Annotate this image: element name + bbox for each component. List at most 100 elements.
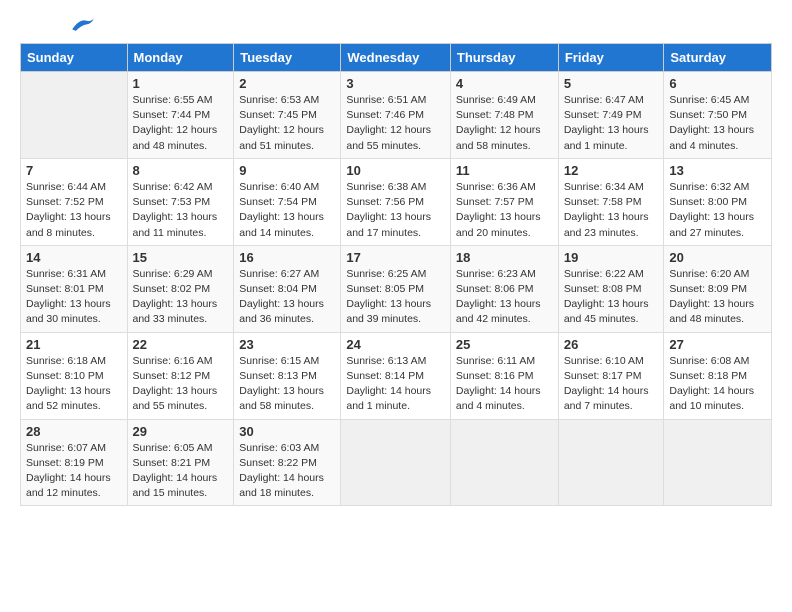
day-number: 9 [239,163,335,178]
calendar-cell: 8 Sunrise: 6:42 AM Sunset: 7:53 PM Daylig… [127,158,234,245]
day-number: 3 [346,76,445,91]
day-number: 2 [239,76,335,91]
calendar-cell: 6 Sunrise: 6:45 AM Sunset: 7:50 PM Daylig… [664,72,772,159]
day-info: Sunrise: 6:40 AM Sunset: 7:54 PM Dayligh… [239,180,335,241]
day-number: 1 [133,76,229,91]
calendar-cell: 20 Sunrise: 6:20 AM Sunset: 8:09 PM Dayli… [664,245,772,332]
calendar-cell: 23 Sunrise: 6:15 AM Sunset: 8:13 PM Dayli… [234,332,341,419]
day-number: 12 [564,163,659,178]
day-number: 7 [26,163,122,178]
day-info: Sunrise: 6:31 AM Sunset: 8:01 PM Dayligh… [26,267,122,328]
day-info: Sunrise: 6:22 AM Sunset: 8:08 PM Dayligh… [564,267,659,328]
day-number: 19 [564,250,659,265]
calendar-cell [664,419,772,506]
calendar-cell: 9 Sunrise: 6:40 AM Sunset: 7:54 PM Daylig… [234,158,341,245]
day-info: Sunrise: 6:47 AM Sunset: 7:49 PM Dayligh… [564,93,659,154]
day-info: Sunrise: 6:38 AM Sunset: 7:56 PM Dayligh… [346,180,445,241]
day-info: Sunrise: 6:55 AM Sunset: 7:44 PM Dayligh… [133,93,229,154]
day-number: 4 [456,76,553,91]
calendar-cell: 14Sunrise: 6:31 AM Sunset: 8:01 PM Dayli… [21,245,128,332]
day-number: 29 [133,424,229,439]
day-number: 16 [239,250,335,265]
weekday-header-monday: Monday [127,44,234,72]
calendar-cell [341,419,451,506]
day-number: 17 [346,250,445,265]
day-number: 10 [346,163,445,178]
day-info: Sunrise: 6:53 AM Sunset: 7:45 PM Dayligh… [239,93,335,154]
calendar-cell: 17Sunrise: 6:25 AM Sunset: 8:05 PM Dayli… [341,245,451,332]
calendar-cell: 13 Sunrise: 6:32 AM Sunset: 8:00 PM Dayli… [664,158,772,245]
calendar-cell: 19 Sunrise: 6:22 AM Sunset: 8:08 PM Dayli… [558,245,664,332]
calendar-week-row: 14Sunrise: 6:31 AM Sunset: 8:01 PM Dayli… [21,245,772,332]
day-info: Sunrise: 6:42 AM Sunset: 7:53 PM Dayligh… [133,180,229,241]
day-info: Sunrise: 6:20 AM Sunset: 8:09 PM Dayligh… [669,267,766,328]
day-number: 15 [133,250,229,265]
day-info: Sunrise: 6:32 AM Sunset: 8:00 PM Dayligh… [669,180,766,241]
calendar-cell: 16 Sunrise: 6:27 AM Sunset: 8:04 PM Dayli… [234,245,341,332]
day-number: 11 [456,163,553,178]
day-info: Sunrise: 6:36 AM Sunset: 7:57 PM Dayligh… [456,180,553,241]
day-info: Sunrise: 6:34 AM Sunset: 7:58 PM Dayligh… [564,180,659,241]
day-number: 23 [239,337,335,352]
day-number: 28 [26,424,122,439]
page-header [20,20,772,33]
day-info: Sunrise: 6:13 AM Sunset: 8:14 PM Dayligh… [346,354,445,415]
day-info: Sunrise: 6:27 AM Sunset: 8:04 PM Dayligh… [239,267,335,328]
day-info: Sunrise: 6:10 AM Sunset: 8:17 PM Dayligh… [564,354,659,415]
calendar-cell: 5 Sunrise: 6:47 AM Sunset: 7:49 PM Daylig… [558,72,664,159]
calendar-week-row: 1 Sunrise: 6:55 AM Sunset: 7:44 PM Daylig… [21,72,772,159]
calendar-cell [450,419,558,506]
day-info: Sunrise: 6:29 AM Sunset: 8:02 PM Dayligh… [133,267,229,328]
day-number: 24 [346,337,445,352]
day-number: 30 [239,424,335,439]
day-number: 8 [133,163,229,178]
calendar-cell: 24 Sunrise: 6:13 AM Sunset: 8:14 PM Dayli… [341,332,451,419]
weekday-header-friday: Friday [558,44,664,72]
day-number: 20 [669,250,766,265]
calendar-cell: 7 Sunrise: 6:44 AM Sunset: 7:52 PM Daylig… [21,158,128,245]
weekday-header-sunday: Sunday [21,44,128,72]
day-number: 22 [133,337,229,352]
day-number: 25 [456,337,553,352]
day-info: Sunrise: 6:18 AM Sunset: 8:10 PM Dayligh… [26,354,122,415]
day-number: 6 [669,76,766,91]
calendar-cell: 12 Sunrise: 6:34 AM Sunset: 7:58 PM Dayli… [558,158,664,245]
calendar-cell: 29 Sunrise: 6:05 AM Sunset: 8:21 PM Dayli… [127,419,234,506]
day-info: Sunrise: 6:05 AM Sunset: 8:21 PM Dayligh… [133,441,229,502]
day-number: 5 [564,76,659,91]
day-number: 21 [26,337,122,352]
calendar-cell: 22 Sunrise: 6:16 AM Sunset: 8:12 PM Dayli… [127,332,234,419]
calendar-cell: 27Sunrise: 6:08 AM Sunset: 8:18 PM Dayli… [664,332,772,419]
day-number: 13 [669,163,766,178]
calendar-cell: 21 Sunrise: 6:18 AM Sunset: 8:10 PM Dayli… [21,332,128,419]
calendar-cell: 11 Sunrise: 6:36 AM Sunset: 7:57 PM Dayli… [450,158,558,245]
weekday-header-thursday: Thursday [450,44,558,72]
weekday-header-wednesday: Wednesday [341,44,451,72]
calendar-header-row: SundayMondayTuesdayWednesdayThursdayFrid… [21,44,772,72]
calendar-cell: 1 Sunrise: 6:55 AM Sunset: 7:44 PM Daylig… [127,72,234,159]
calendar-cell: 4Sunrise: 6:49 AM Sunset: 7:48 PM Daylig… [450,72,558,159]
day-info: Sunrise: 6:11 AM Sunset: 8:16 PM Dayligh… [456,354,553,415]
calendar-week-row: 7 Sunrise: 6:44 AM Sunset: 7:52 PM Daylig… [21,158,772,245]
day-info: Sunrise: 6:45 AM Sunset: 7:50 PM Dayligh… [669,93,766,154]
day-info: Sunrise: 6:15 AM Sunset: 8:13 PM Dayligh… [239,354,335,415]
day-info: Sunrise: 6:51 AM Sunset: 7:46 PM Dayligh… [346,93,445,154]
logo [20,20,98,33]
day-info: Sunrise: 6:07 AM Sunset: 8:19 PM Dayligh… [26,441,122,502]
calendar-cell: 30 Sunrise: 6:03 AM Sunset: 8:22 PM Dayli… [234,419,341,506]
calendar-cell: 26 Sunrise: 6:10 AM Sunset: 8:17 PM Dayli… [558,332,664,419]
day-number: 26 [564,337,659,352]
calendar-cell: 3 Sunrise: 6:51 AM Sunset: 7:46 PM Daylig… [341,72,451,159]
calendar-cell: 15 Sunrise: 6:29 AM Sunset: 8:02 PM Dayli… [127,245,234,332]
day-info: Sunrise: 6:23 AM Sunset: 8:06 PM Dayligh… [456,267,553,328]
day-info: Sunrise: 6:44 AM Sunset: 7:52 PM Dayligh… [26,180,122,241]
weekday-header-tuesday: Tuesday [234,44,341,72]
calendar-table: SundayMondayTuesdayWednesdayThursdayFrid… [20,43,772,506]
calendar-cell: 10 Sunrise: 6:38 AM Sunset: 7:56 PM Dayli… [341,158,451,245]
calendar-cell: 2 Sunrise: 6:53 AM Sunset: 7:45 PM Daylig… [234,72,341,159]
logo-bird-icon [68,15,98,33]
day-info: Sunrise: 6:03 AM Sunset: 8:22 PM Dayligh… [239,441,335,502]
calendar-cell: 18Sunrise: 6:23 AM Sunset: 8:06 PM Dayli… [450,245,558,332]
day-info: Sunrise: 6:16 AM Sunset: 8:12 PM Dayligh… [133,354,229,415]
day-info: Sunrise: 6:08 AM Sunset: 8:18 PM Dayligh… [669,354,766,415]
